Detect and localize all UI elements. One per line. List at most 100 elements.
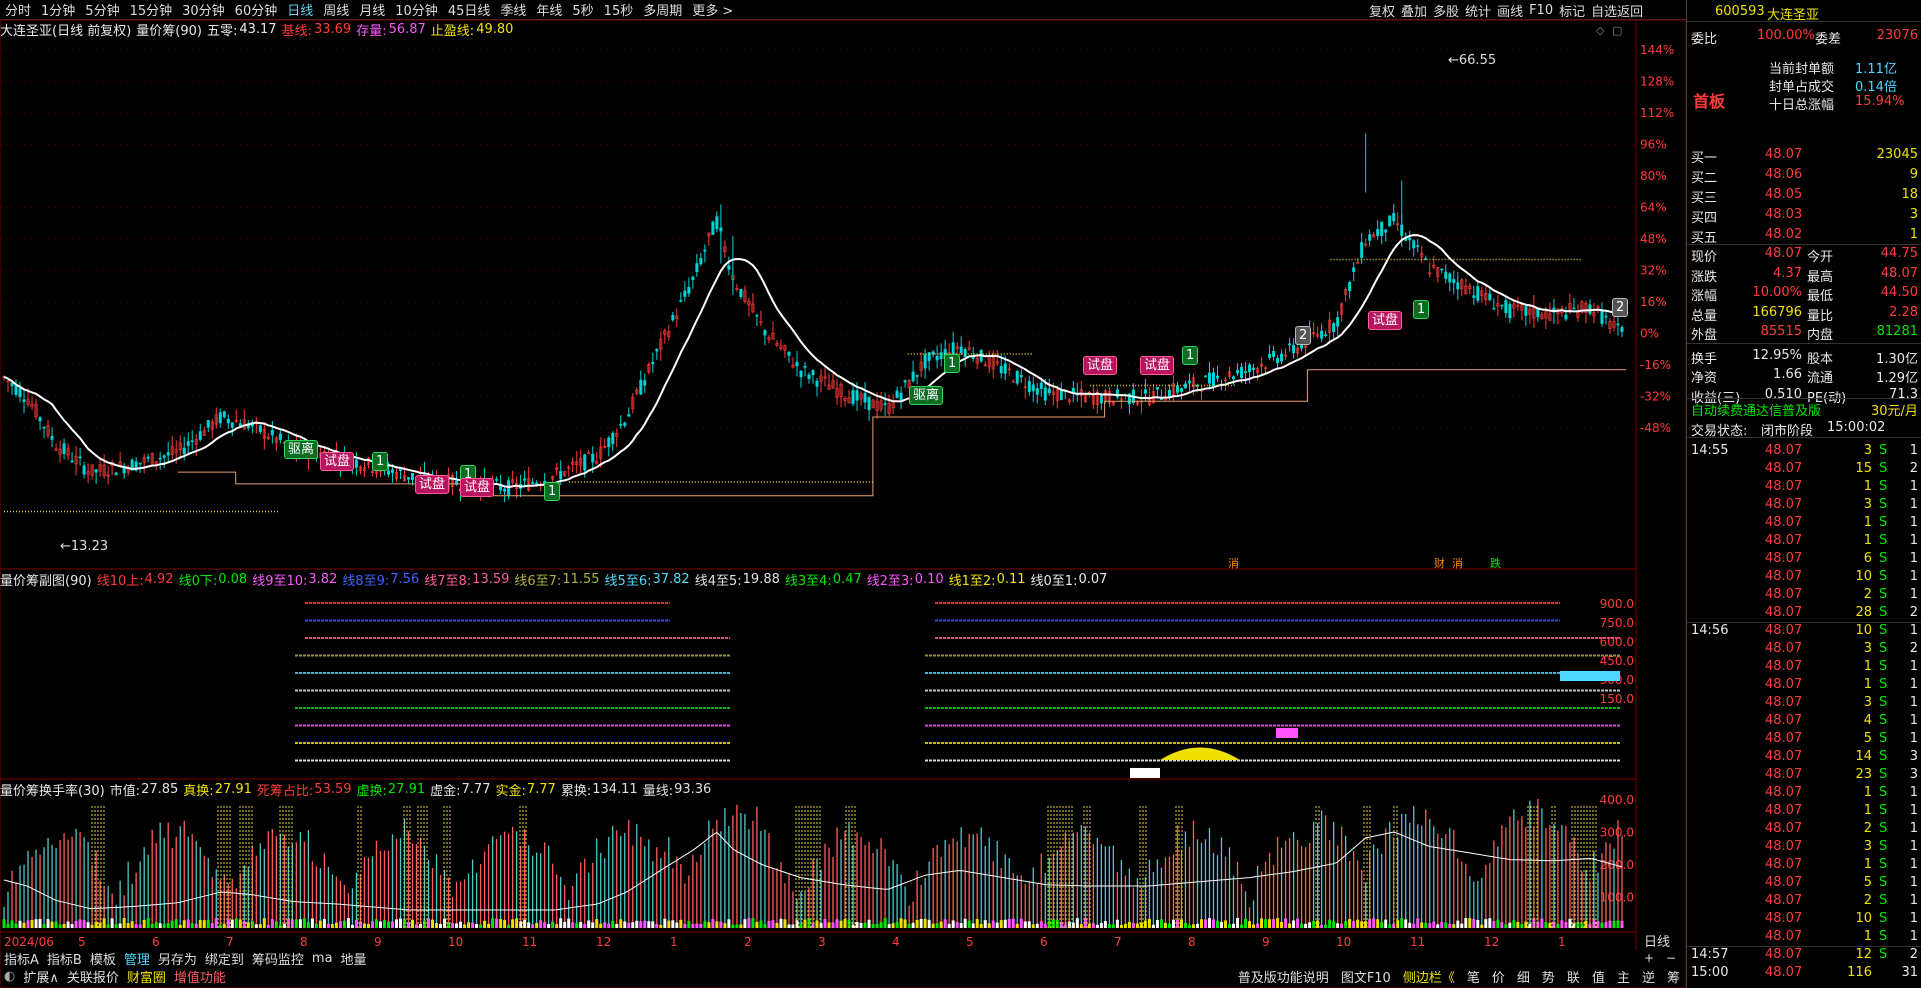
- promo-price[interactable]: 30元/月: [1871, 400, 1918, 419]
- signal-tag[interactable]: 试盘: [1083, 356, 1118, 375]
- dropdown-icon[interactable]: ▢: [1612, 24, 1622, 37]
- signal-tag[interactable]: 试盘: [415, 475, 450, 494]
- signal-tag[interactable]: 试盘: [320, 452, 355, 471]
- turnover-base-bar: [651, 921, 655, 928]
- diamond-icon[interactable]: ◇: [1596, 24, 1605, 37]
- signal-tag[interactable]: 1: [372, 452, 389, 471]
- turnover-base-bar: [1252, 924, 1256, 928]
- turnover-base-bar: [779, 918, 783, 928]
- function-bar-item[interactable]: 增值功能: [170, 967, 230, 986]
- base-line-label: 基线:: [281, 23, 312, 39]
- toggle-icon[interactable]: ◐: [0, 969, 19, 984]
- turnover-base-bar: [374, 919, 378, 928]
- signal-tag[interactable]: 2: [1612, 298, 1629, 317]
- function-bar-item[interactable]: 扩展∧: [19, 967, 63, 986]
- turnover-base-bar: [411, 919, 415, 928]
- main-pane-title: 大连圣亚(日线 前复权): [0, 23, 132, 39]
- tick-price: 48.07: [1765, 875, 1803, 890]
- sidebar-function-item[interactable]: 逆: [1636, 967, 1661, 986]
- tick-volume: 3: [1863, 839, 1872, 854]
- turnover-pane-title[interactable]: 量价筹换手率(30): [0, 780, 105, 799]
- indicator-bar-item[interactable]: 另存为: [154, 949, 201, 968]
- candle-body: [671, 315, 675, 321]
- candle-body: [1620, 327, 1624, 332]
- indicator-bar-item[interactable]: 管理: [120, 949, 154, 968]
- indicator-bar-item[interactable]: 指标B: [43, 949, 86, 968]
- indicator-bar-item[interactable]: 绑定到: [201, 949, 248, 968]
- signal-tag[interactable]: 2: [1295, 326, 1312, 345]
- turnover-base-bar: [911, 922, 915, 928]
- sidebar-function-item[interactable]: 细: [1511, 967, 1536, 986]
- tick-count: 2: [1909, 605, 1918, 620]
- sidebar-function-item[interactable]: 价: [1486, 967, 1511, 986]
- indicator-bar-item[interactable]: ma: [308, 951, 337, 966]
- sidebar-function-item[interactable]: 主: [1611, 967, 1636, 986]
- function-bar-item[interactable]: 关联报价: [63, 967, 123, 986]
- signal-tag[interactable]: 1: [1182, 346, 1199, 365]
- stop-line-value: 49.80: [476, 21, 514, 37]
- candle-body: [354, 459, 358, 468]
- signal-tag[interactable]: 试盘: [1368, 311, 1403, 330]
- sidebar-function-item[interactable]: 筹: [1661, 967, 1686, 986]
- bid-row[interactable]: 买五 48.02 1: [1687, 227, 1921, 246]
- sidebar-function-item[interactable]: 侧边栏《: [1397, 967, 1461, 986]
- signal-tag[interactable]: 试盘: [1140, 356, 1175, 375]
- sidebar-function-item[interactable]: 普及版功能说明: [1232, 967, 1335, 986]
- function-bar-item[interactable]: 财富圈: [123, 967, 170, 986]
- indicator-bar-item[interactable]: 指标A: [0, 949, 43, 968]
- event-mark[interactable]: 财: [1434, 556, 1445, 570]
- signal-tag[interactable]: 1: [544, 482, 561, 501]
- tick-side: S: [1879, 569, 1888, 584]
- indicator-bar-item[interactable]: 模板: [86, 949, 120, 968]
- candle-body: [863, 392, 867, 403]
- sidebar-function-item[interactable]: 图文F10: [1335, 967, 1397, 986]
- promo-row[interactable]: 自动续费通达信普及版 30元/月: [1687, 398, 1921, 419]
- signal-tag[interactable]: 驱离: [909, 386, 944, 405]
- turnover-base-bar: [118, 923, 122, 928]
- ten-day-label: 十日总涨幅: [1769, 98, 1835, 113]
- turnover-base-bar: [667, 920, 671, 928]
- bid-row[interactable]: 买一 48.07 23045: [1687, 147, 1921, 166]
- tick-price: 48.07: [1765, 785, 1803, 800]
- sub-line-label: 线0下:: [178, 573, 218, 589]
- candle-body: [1524, 306, 1528, 316]
- bid-row[interactable]: 买二 48.06 9: [1687, 167, 1921, 186]
- tick-count: 3: [1909, 767, 1918, 782]
- sub-pane-title[interactable]: 量价筹副图(90): [0, 570, 92, 589]
- turnover-base-bar: [775, 922, 779, 928]
- signal-tag[interactable]: 驱离: [284, 440, 319, 459]
- tick-count: 1: [1909, 623, 1918, 638]
- stat-label: 量比: [1807, 308, 1834, 324]
- bid-row[interactable]: 买四 48.03 3: [1687, 207, 1921, 226]
- chart-canvas[interactable]: 144% 128% 112% 96% 80% 64% 48% 32% 16% 0% -16% -32%…: [0, 0, 1686, 988]
- bid-row[interactable]: 买三 48.05 18: [1687, 187, 1921, 206]
- sidebar-function-item[interactable]: 笔: [1461, 967, 1486, 986]
- indicator-bar-item[interactable]: 地量: [337, 949, 371, 968]
- sidebar-function-item[interactable]: 势: [1536, 967, 1561, 986]
- candle-body: [1324, 334, 1328, 336]
- tick-side: S: [1879, 497, 1888, 512]
- weicha-value: 23076: [1876, 28, 1918, 43]
- main-indicator-name[interactable]: 量价筹(90): [136, 20, 202, 39]
- y-tick-label: 112%: [1640, 106, 1674, 120]
- candle-body: [699, 257, 703, 265]
- x-tick-label: 9: [1262, 935, 1270, 949]
- low-label: ←13.23: [60, 539, 108, 554]
- event-mark[interactable]: 跌: [1490, 556, 1501, 570]
- candle-body: [226, 418, 230, 424]
- indicator-bar-item[interactable]: 筹码监控: [248, 949, 308, 968]
- signal-tag[interactable]: 试盘: [460, 478, 495, 497]
- sidebar-function-item[interactable]: 联: [1561, 967, 1586, 986]
- weicha-label: 委差: [1815, 32, 1842, 47]
- signal-tag[interactable]: 1: [1413, 300, 1430, 319]
- signal-tag[interactable]: 1: [944, 354, 961, 373]
- turnover-base-bar: [1043, 923, 1047, 928]
- candle-body: [390, 469, 394, 473]
- event-mark[interactable]: 消: [1452, 556, 1463, 570]
- period-label[interactable]: 日线: [1644, 935, 1670, 950]
- event-mark[interactable]: 消: [1228, 556, 1239, 570]
- turnover-base-bar: [987, 923, 991, 928]
- sidebar-function-item[interactable]: 值: [1586, 967, 1611, 986]
- turnover-base-bar: [503, 920, 507, 928]
- promo-text[interactable]: 自动续费通达信普及版: [1691, 400, 1821, 419]
